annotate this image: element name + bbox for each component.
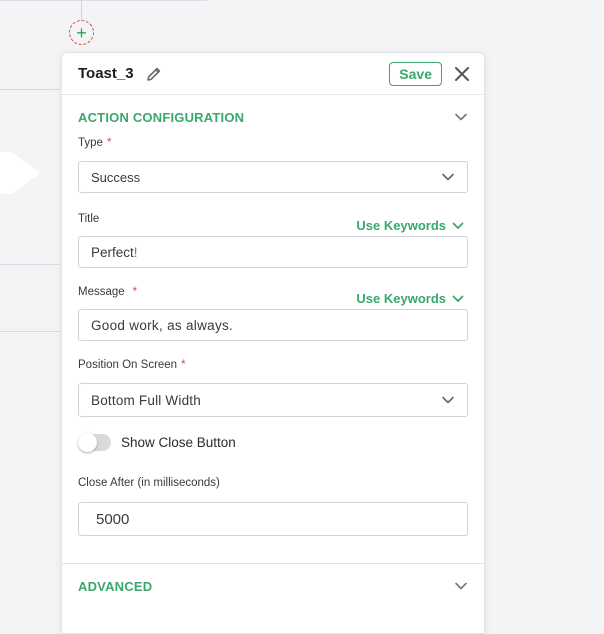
show-close-button-toggle[interactable] <box>78 433 111 452</box>
add-step-button[interactable]: + <box>69 20 94 45</box>
show-close-button-row: Show Close Button <box>62 433 484 452</box>
type-field: Type * Success <box>62 137 484 193</box>
use-keywords-label: Use Keywords <box>356 291 446 306</box>
show-close-button-label: Show Close Button <box>121 435 236 450</box>
type-label-text: Type <box>78 137 103 149</box>
required-marker: * <box>106 137 112 149</box>
message-label-text: Message <box>78 286 125 298</box>
canvas-node[interactable] <box>0 152 12 194</box>
use-keywords-message[interactable]: Use Keywords <box>356 291 464 306</box>
title-value: Perfect <box>91 244 134 260</box>
chevron-down-icon <box>452 222 464 229</box>
type-label: Type * <box>78 137 468 149</box>
chevron-down-icon[interactable] <box>454 579 468 593</box>
message-value: Good work, as always. <box>91 317 234 333</box>
title-input[interactable]: Perfect! <box>78 236 468 268</box>
type-value: Success <box>91 169 141 185</box>
canvas-connector-line <box>81 0 82 22</box>
section-advanced[interactable]: ADVANCED <box>62 564 484 608</box>
required-marker: * <box>181 359 186 371</box>
panel-title: Toast_3 <box>78 65 134 82</box>
close-after-value: 5000 <box>96 510 130 528</box>
toggle-knob <box>78 433 97 452</box>
position-field: Position On Screen * Bottom Full Width <box>62 359 484 417</box>
section-title: ADVANCED <box>78 578 153 594</box>
message-input[interactable]: Good work, as always. <box>78 309 468 341</box>
message-field: Message * Use Keywords Good work, as alwa… <box>62 286 484 341</box>
required-marker: * <box>132 286 138 298</box>
close-after-input[interactable]: 5000 <box>78 502 468 536</box>
position-select[interactable]: Bottom Full Width <box>78 383 468 417</box>
canvas-node-arrow <box>12 152 40 194</box>
canvas-divider-line <box>0 89 60 90</box>
position-label-text: Position On Screen <box>78 359 178 371</box>
save-button[interactable]: Save <box>389 61 442 86</box>
position-label: Position On Screen * <box>78 359 468 371</box>
chevron-down-icon[interactable] <box>454 110 468 124</box>
position-value: Bottom Full Width <box>91 392 201 408</box>
chevron-down-icon <box>452 295 464 302</box>
close-icon[interactable] <box>454 66 470 82</box>
canvas-divider-line <box>0 264 60 265</box>
panel-header: Toast_3 Save <box>62 53 484 95</box>
close-after-label: Close After (in milliseconds) <box>78 477 220 489</box>
title-field: Title Use Keywords Perfect! <box>62 213 484 268</box>
chevron-down-icon <box>441 170 455 184</box>
chevron-down-icon <box>441 393 455 407</box>
plus-icon: + <box>76 22 87 43</box>
canvas-top-node-edge <box>0 0 207 1</box>
use-keywords-label: Use Keywords <box>356 218 446 233</box>
toast-config-panel: Toast_3 Save ACTION CONFIGURATION Type * … <box>61 52 485 634</box>
section-title: ACTION CONFIGURATION <box>78 109 245 125</box>
use-keywords-title[interactable]: Use Keywords <box>356 218 464 233</box>
close-after-field: Close After (in milliseconds) 5000 <box>62 477 484 536</box>
pencil-icon[interactable] <box>146 66 162 82</box>
section-action-configuration[interactable]: ACTION CONFIGURATION <box>62 95 484 139</box>
type-select[interactable]: Success <box>78 161 468 193</box>
canvas-divider-line <box>0 331 60 332</box>
title-value-suffix: ! <box>133 244 138 260</box>
